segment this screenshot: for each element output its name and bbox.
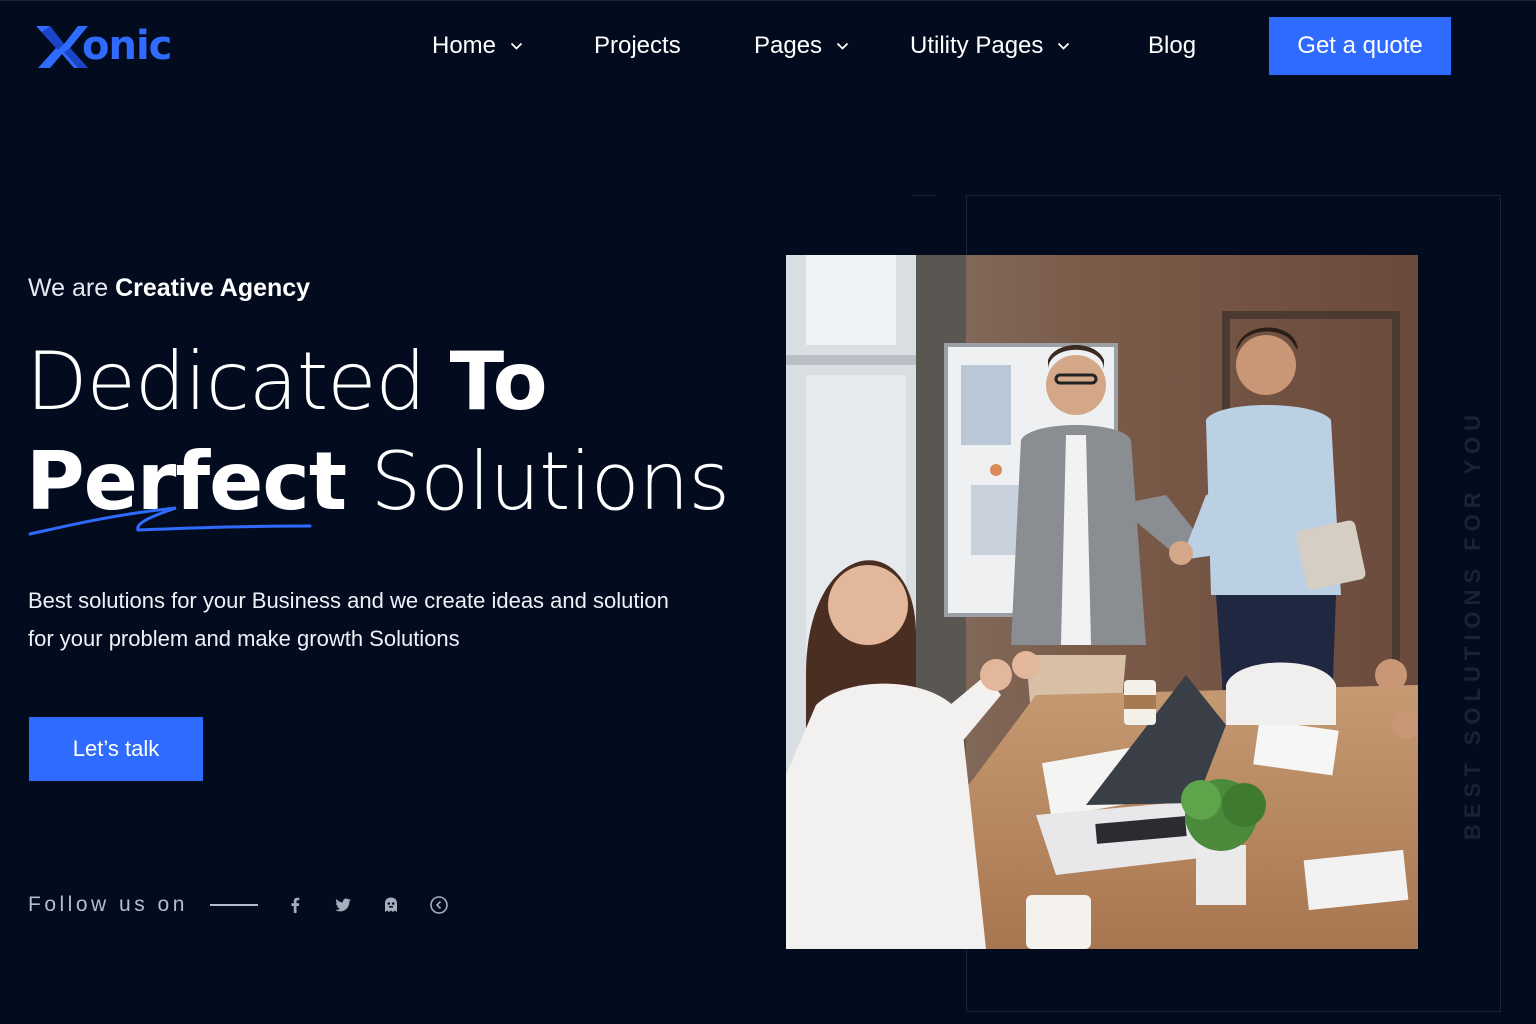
nav-item-blog[interactable]: Blog xyxy=(1148,32,1196,60)
headline-perfect-wrap: Perfect xyxy=(26,432,347,536)
chevron-down-icon xyxy=(1058,42,1070,50)
follow-us-row: Follow us on xyxy=(28,890,450,920)
photo-illustration xyxy=(786,255,1418,949)
headline-line-1: Dedicated To xyxy=(26,332,746,432)
nav-item-label: Projects xyxy=(594,32,681,59)
top-divider xyxy=(0,0,1536,1)
eyebrow-highlight: Creative Agency xyxy=(115,274,311,302)
hero-headline: Dedicated To Perfect Solutions xyxy=(26,332,746,536)
nav-item-label: Utility Pages xyxy=(910,32,1044,59)
nav-item-pages[interactable]: Pages xyxy=(754,32,849,60)
hero-description: Best solutions for your Business and we … xyxy=(28,588,669,651)
team-meeting-handshake-photo xyxy=(786,255,1418,949)
follow-divider xyxy=(209,904,258,906)
chevron-down-icon xyxy=(510,42,523,50)
frame-accent-line xyxy=(912,195,936,196)
nav-item-home[interactable]: Home xyxy=(432,32,523,60)
ghost-icon[interactable] xyxy=(380,894,402,916)
facebook-icon[interactable] xyxy=(284,894,306,916)
twitter-icon[interactable] xyxy=(332,894,354,916)
nav-item-label: Home xyxy=(432,32,497,59)
hero-eyebrow: We are Creative Agency xyxy=(28,274,310,303)
get-quote-button[interactable]: Get a quote xyxy=(1269,17,1451,75)
chevron-down-icon xyxy=(836,42,849,50)
logo-wordmark: onic xyxy=(82,23,172,69)
landing-page: onic Home Projects Pages Utility Pages B… xyxy=(0,0,1536,1024)
headline-word-to: To xyxy=(449,335,548,428)
headline-word-dedicated: Dedicated xyxy=(26,335,426,428)
eyebrow-prefix: We are xyxy=(28,274,109,302)
nav-item-label: Pages xyxy=(754,32,823,59)
vertical-tagline: BEST SOLUTIONS FOR YOU xyxy=(1460,408,1485,840)
follow-label: Follow us on xyxy=(28,893,188,916)
arrow-circle-icon[interactable] xyxy=(428,894,450,916)
headline-word-solutions: Solutions xyxy=(370,435,731,528)
brush-underline-icon xyxy=(28,506,312,536)
headline-line-2: Perfect Solutions xyxy=(26,432,746,536)
nav-item-label: Blog xyxy=(1148,32,1197,59)
nav-item-utility-pages[interactable]: Utility Pages xyxy=(910,32,1070,60)
nav-item-projects[interactable]: Projects xyxy=(594,32,681,60)
brand-logo[interactable]: onic xyxy=(34,20,172,72)
lets-talk-button[interactable]: Let’s talk xyxy=(29,717,203,781)
